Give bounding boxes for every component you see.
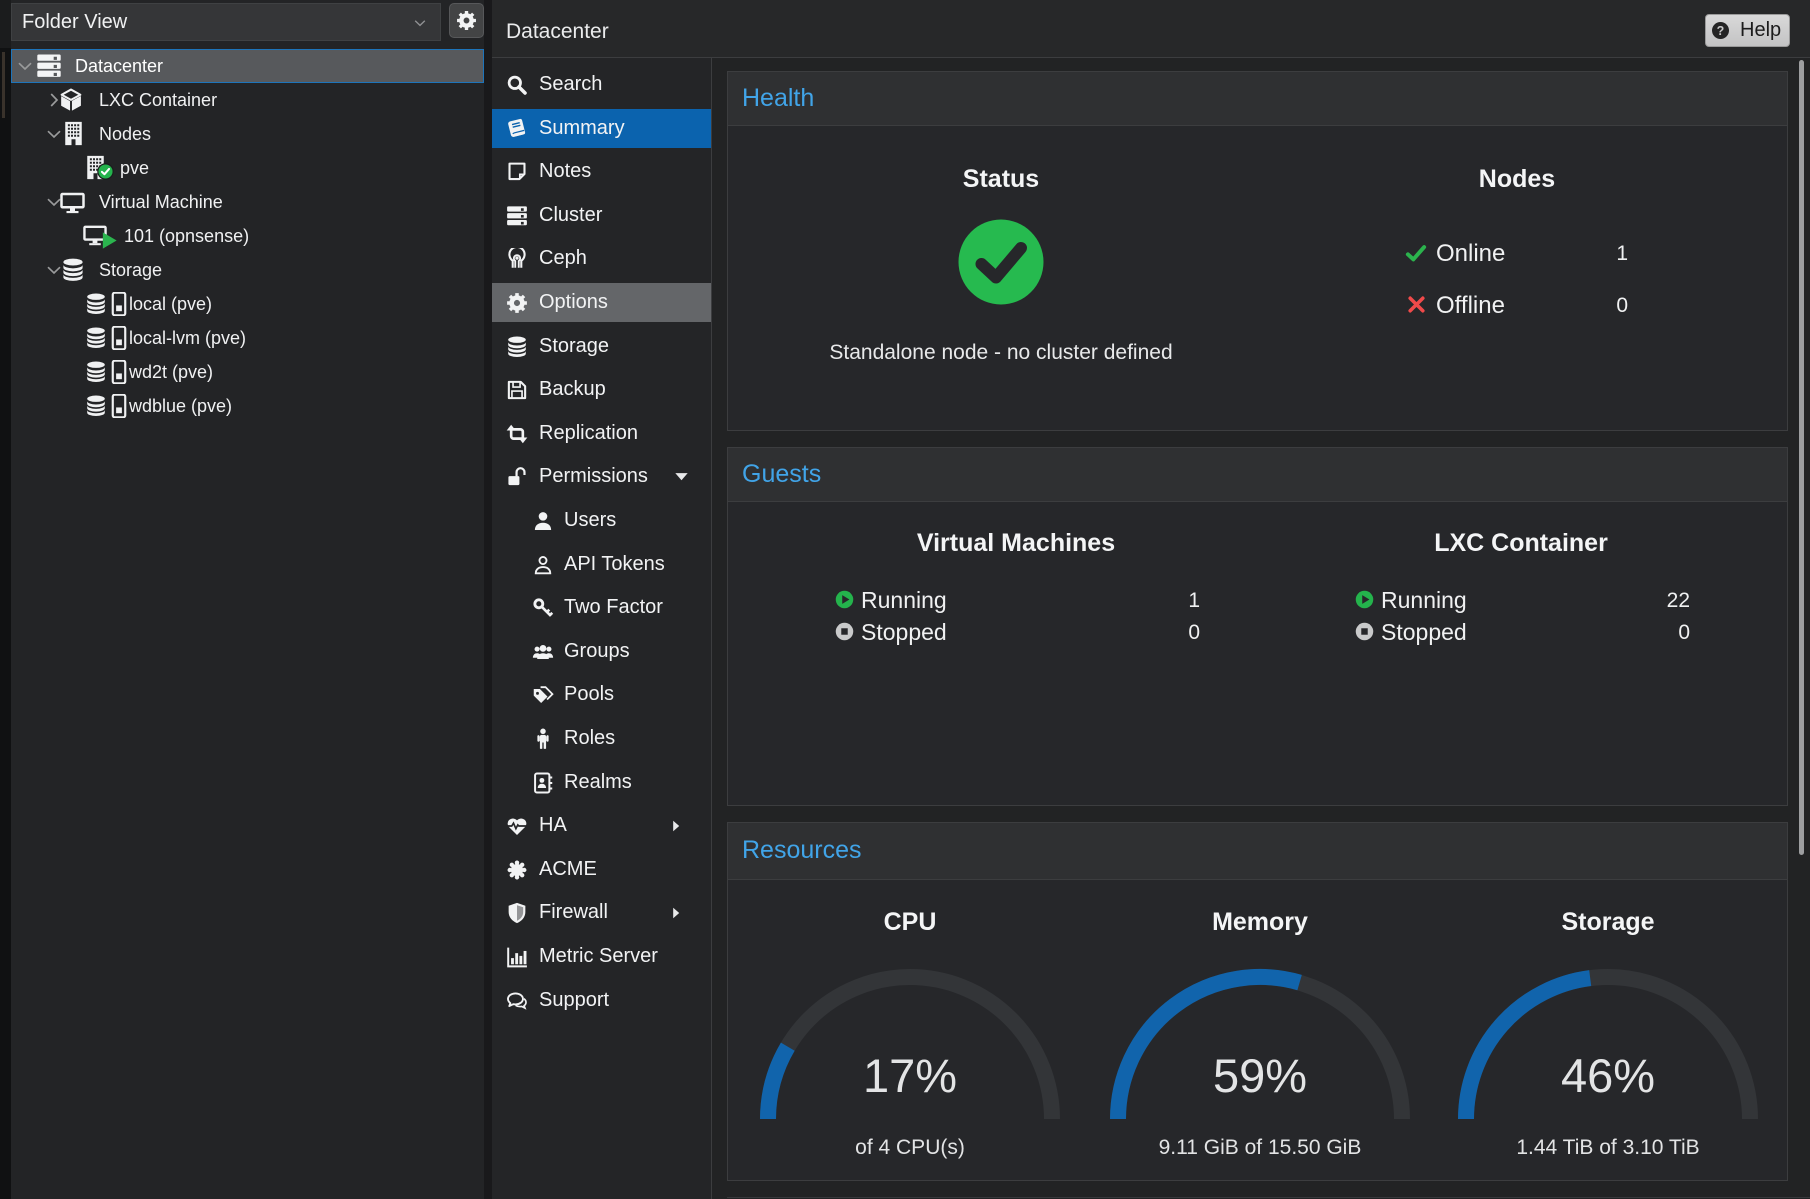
svg-text:?: ? (1717, 24, 1725, 38)
